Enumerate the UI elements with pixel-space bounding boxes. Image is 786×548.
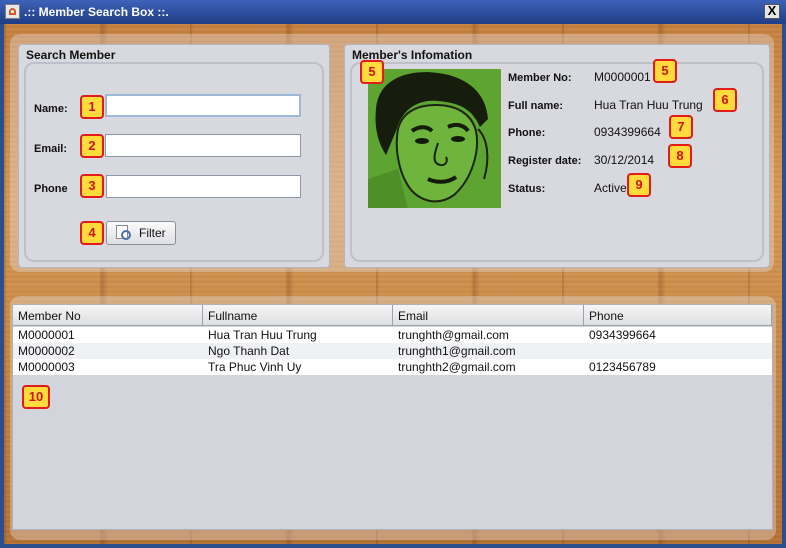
annotation-badge-5-photo: 5 — [360, 60, 384, 84]
java-app-icon — [5, 4, 20, 19]
fullname-value: Hua Tran Huu Trung — [594, 98, 703, 112]
close-icon: X — [767, 3, 777, 18]
column-header-member-no[interactable]: Member No — [13, 305, 203, 326]
fullname-label: Full name: — [508, 100, 564, 112]
search-document-icon — [116, 225, 131, 240]
member-no-value: M0000001 — [594, 70, 651, 84]
member-no-label: Member No: — [508, 72, 572, 84]
phone-value: 0934399664 — [594, 125, 661, 139]
cell-email: trunghth1@gmail.com — [398, 344, 516, 358]
search-member-group: Search Member Name: 1 Email: 2 Phone 3 4… — [18, 44, 330, 268]
column-header-email[interactable]: Email — [393, 305, 584, 326]
cell-email: trunghth2@gmail.com — [398, 360, 516, 374]
close-button[interactable]: X — [764, 4, 780, 19]
register-date-label: Register date: — [508, 155, 582, 167]
table-row[interactable]: M0000002 Ngo Thanh Dat trunghth1@gmail.c… — [13, 343, 772, 359]
phone-input[interactable] — [106, 175, 301, 198]
members-table[interactable]: Member No Fullname Email Phone M0000001 … — [12, 304, 773, 530]
window-content: Search Member Name: 1 Email: 2 Phone 3 4… — [4, 24, 782, 544]
name-label: Name: — [34, 103, 68, 115]
phone-info-label: Phone: — [508, 127, 546, 139]
name-input[interactable] — [105, 94, 301, 117]
cell-phone: 0123456789 — [589, 360, 656, 374]
annotation-badge-5-member-no: 5 — [653, 59, 677, 83]
cell-phone: 0934399664 — [589, 328, 656, 342]
title-bar[interactable]: .:: Member Search Box ::. X — [0, 0, 786, 24]
search-member-title: Search Member — [26, 48, 116, 62]
filter-button[interactable]: Filter — [106, 221, 176, 245]
cell-fullname: Tra Phuc Vinh Uy — [208, 360, 302, 374]
annotation-badge-2: 2 — [80, 134, 104, 158]
annotation-badge-6: 6 — [713, 88, 737, 112]
annotation-badge-8: 8 — [668, 144, 692, 168]
table-row[interactable]: M0000001 Hua Tran Huu Trung trunghth@gma… — [13, 327, 772, 343]
cell-member-no: M0000002 — [18, 344, 75, 358]
member-photo — [368, 69, 501, 208]
register-date-value: 30/12/2014 — [594, 153, 655, 167]
filter-button-label: Filter — [139, 226, 166, 240]
email-label: Email: — [34, 143, 68, 155]
annotation-badge-3: 3 — [80, 174, 104, 198]
cell-member-no: M0000003 — [18, 360, 75, 374]
cell-email: trunghth@gmail.com — [398, 328, 509, 342]
cell-fullname: Hua Tran Huu Trung — [208, 328, 317, 342]
annotation-badge-4: 4 — [80, 221, 104, 245]
annotation-badge-1: 1 — [80, 95, 104, 119]
window-title: .:: Member Search Box ::. — [24, 5, 169, 19]
annotation-badge-9: 9 — [627, 173, 651, 197]
email-input[interactable] — [105, 134, 301, 157]
phone-label: Phone — [34, 183, 68, 195]
member-search-window: .:: Member Search Box ::. X Search Membe… — [0, 0, 786, 548]
cell-member-no: M0000001 — [18, 328, 75, 342]
annotation-badge-10: 10 — [22, 385, 50, 409]
column-header-fullname[interactable]: Fullname — [203, 305, 393, 326]
annotation-badge-7: 7 — [669, 115, 693, 139]
cell-fullname: Ngo Thanh Dat — [208, 344, 290, 358]
column-header-phone[interactable]: Phone — [584, 305, 772, 326]
status-label: Status: — [508, 183, 546, 195]
table-row[interactable]: M0000003 Tra Phuc Vinh Uy trunghth2@gmai… — [13, 359, 772, 375]
status-value: Active — [594, 181, 627, 195]
